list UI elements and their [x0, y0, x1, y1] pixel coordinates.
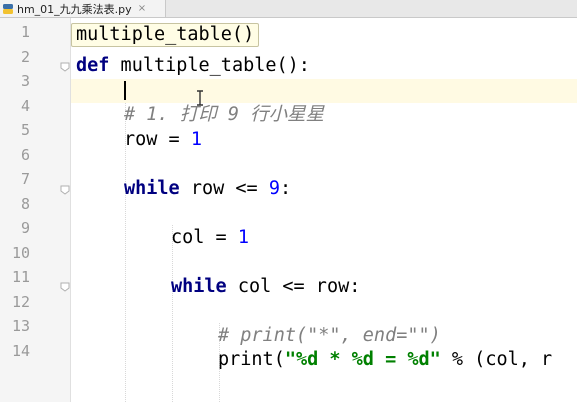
line-number: 7	[20, 170, 30, 188]
editor-tab[interactable]: hm_01_九九乘法表.py ×	[0, 0, 166, 17]
line-number: 9	[20, 219, 30, 237]
current-line-highlight	[71, 78, 577, 103]
line-number: 11	[11, 268, 30, 286]
line-number: 8	[20, 194, 30, 213]
code-line-8: col = 1	[171, 226, 249, 251]
line-number: 1	[20, 23, 30, 41]
keyword: while	[124, 177, 180, 199]
code-line-12: # print("*", end="")	[218, 324, 441, 349]
text-caret	[124, 81, 126, 100]
line-number: 4	[20, 96, 30, 115]
breadcrumb[interactable]: multiple_table()	[71, 23, 260, 47]
fold-icon[interactable]	[60, 62, 70, 72]
line-number: 6	[20, 145, 30, 164]
code-text: multiple_table():	[109, 55, 310, 76]
code-text: row =	[124, 128, 191, 150]
comment: # print("*", end="")	[218, 324, 441, 346]
line-number: 14	[11, 341, 30, 360]
line-number-gutter: 1 2 3 4 5 6 7 8 9 10 11 12 13 14	[0, 18, 71, 402]
fold-icon[interactable]	[60, 282, 70, 292]
ibeam-cursor-icon	[197, 90, 203, 106]
code-text: :	[279, 177, 292, 199]
line-number: 10	[11, 243, 30, 262]
fold-icon[interactable]	[60, 185, 70, 195]
code-text: row <=	[179, 177, 269, 199]
close-icon[interactable]: ×	[138, 3, 146, 14]
line-number: 2	[20, 47, 30, 66]
python-file-icon	[2, 3, 14, 15]
line-number: 3	[20, 72, 30, 90]
code-line-3: # 1. 打印 9 行小星星	[124, 103, 324, 128]
code-text: print(	[218, 349, 285, 370]
line-number: 12	[11, 292, 30, 311]
code-editor[interactable]: def multiple_table(): # 1. 打印 9 行小星星 row…	[71, 18, 577, 402]
indent-guide	[172, 225, 173, 402]
code-line-4: row = 1	[124, 128, 202, 153]
keyword: while	[171, 275, 227, 297]
string-literal: "%d * %d = %d"	[284, 349, 441, 370]
code-text: col =	[171, 226, 238, 248]
code-line-10: while col <= row:	[171, 275, 360, 300]
keyword: def	[76, 55, 110, 76]
number-literal: 1	[190, 128, 202, 150]
number-literal: 9	[268, 177, 280, 199]
code-line-6: while row <= 9:	[124, 177, 291, 202]
number-literal: 1	[237, 226, 249, 248]
code-line-13: print("%d * %d = %d" % (col, r	[218, 348, 552, 373]
tab-bar: hm_01_九九乘法表.py ×	[0, 0, 577, 18]
tab-filename: hm_01_九九乘法表.py	[17, 2, 132, 16]
code-line-1: def multiple_table():	[76, 54, 310, 79]
line-number: 13	[11, 317, 30, 335]
comment: # 1. 打印 9 行小星星	[124, 104, 325, 125]
code-text: % (col, r	[440, 349, 553, 370]
code-text: col <= row:	[226, 275, 361, 297]
line-number: 5	[20, 121, 30, 139]
